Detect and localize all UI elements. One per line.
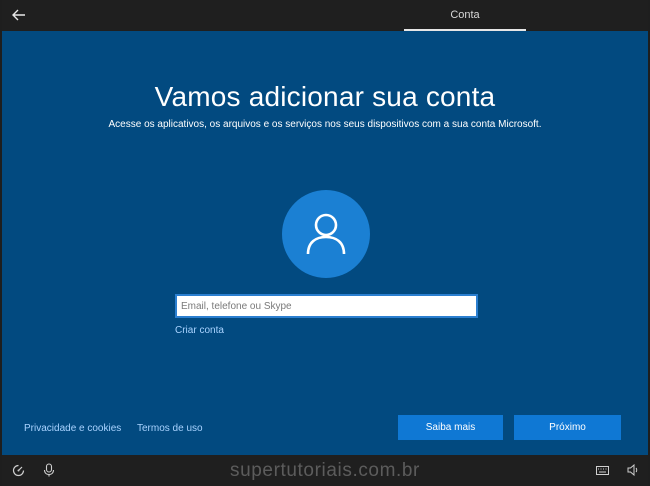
- oobe-window: Conta Vamos adicionar sua conta Acesse o…: [0, 0, 650, 486]
- page-subtitle: Acesse os aplicativos, os arquivos e os …: [108, 119, 542, 130]
- watermark: supertutoriais.com.br: [229, 460, 420, 481]
- taskbar: supertutoriais.com.br: [2, 455, 648, 486]
- back-arrow-icon: [12, 9, 25, 21]
- account-input[interactable]: [177, 296, 476, 317]
- volume-button[interactable]: [626, 463, 640, 477]
- page-title: Vamos adicionar sua conta: [154, 81, 496, 112]
- learn-more-button[interactable]: Saiba mais: [398, 415, 503, 440]
- avatar: [282, 190, 370, 278]
- keyboard-button[interactable]: [595, 463, 609, 477]
- terms-link[interactable]: Termos de uso: [137, 423, 203, 434]
- account-field[interactable]: [175, 294, 478, 318]
- back-button[interactable]: [8, 4, 30, 26]
- top-bar: Conta: [2, 0, 648, 31]
- next-button[interactable]: Próximo: [514, 415, 621, 440]
- volume-icon: [627, 464, 637, 476]
- user-icon: [306, 213, 346, 255]
- tab-account-label: Conta: [450, 9, 480, 21]
- main-content: Vamos adicionar sua conta Acesse os apli…: [2, 31, 648, 455]
- keyboard-icon: [595, 465, 609, 475]
- create-account-link[interactable]: Criar conta: [175, 325, 224, 336]
- privacy-link[interactable]: Privacidade e cookies: [24, 423, 121, 434]
- tab-account[interactable]: Conta: [404, 0, 526, 31]
